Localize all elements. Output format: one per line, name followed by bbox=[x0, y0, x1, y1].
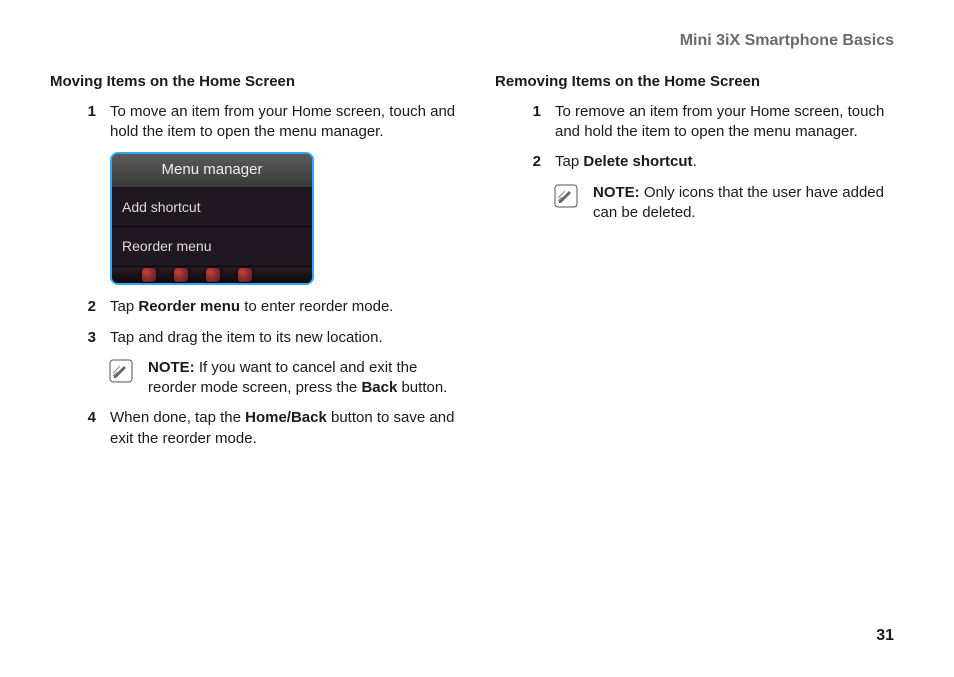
screenshot-app-icon bbox=[238, 268, 252, 282]
pencil-note-icon bbox=[553, 183, 579, 209]
right-title: Removing Items on the Home Screen bbox=[495, 72, 904, 92]
bold-text: Home/Back bbox=[245, 409, 327, 426]
screenshot-menu-item: Add shortcut bbox=[112, 188, 312, 228]
screenshot-app-icon bbox=[142, 268, 156, 282]
step-body: To remove an item from your Home screen,… bbox=[555, 102, 904, 143]
note-label: NOTE: bbox=[148, 359, 195, 376]
text: to enter reorder mode. bbox=[240, 298, 393, 315]
bold-text: Reorder menu bbox=[138, 298, 240, 315]
note-text: NOTE: Only icons that the user have adde… bbox=[593, 183, 904, 224]
screenshot-menu-item: Reorder menu bbox=[112, 227, 312, 267]
text: . bbox=[693, 153, 697, 170]
step-body: Tap Reorder menu to enter reorder mode. bbox=[110, 297, 459, 317]
note-label: NOTE: bbox=[593, 184, 640, 201]
note-block: NOTE: If you want to cancel and exit the… bbox=[108, 358, 459, 399]
screenshot-icons bbox=[112, 267, 312, 283]
step-body: When done, tap the Home/Back button to s… bbox=[110, 408, 459, 449]
right-column: Removing Items on the Home Screen 1 To r… bbox=[495, 72, 904, 459]
step: 3 Tap and drag the item to its new locat… bbox=[70, 328, 459, 348]
note-text: NOTE: If you want to cancel and exit the… bbox=[148, 358, 459, 399]
text: button. bbox=[397, 379, 447, 396]
section-header: Mini 3iX Smartphone Basics bbox=[50, 30, 894, 52]
step-number: 1 bbox=[70, 102, 110, 143]
step-body: To move an item from your Home screen, t… bbox=[110, 102, 459, 143]
screenshot-title: Menu manager bbox=[112, 154, 312, 187]
step: 4 When done, tap the Home/Back button to… bbox=[70, 408, 459, 449]
pencil-note-icon bbox=[108, 358, 134, 384]
left-title: Moving Items on the Home Screen bbox=[50, 72, 459, 92]
right-steps: 1 To remove an item from your Home scree… bbox=[515, 102, 904, 173]
screenshot-app-icon bbox=[206, 268, 220, 282]
left-steps: 1 To move an item from your Home screen,… bbox=[70, 102, 459, 143]
step-number: 4 bbox=[70, 408, 110, 449]
two-column-layout: Moving Items on the Home Screen 1 To mov… bbox=[50, 72, 904, 459]
menu-manager-screenshot: Menu manager Add shortcut Reorder menu bbox=[110, 152, 314, 285]
manual-page: Mini 3iX Smartphone Basics Moving Items … bbox=[0, 0, 954, 677]
screenshot-app-icon bbox=[174, 268, 188, 282]
bold-text: Delete shortcut bbox=[583, 153, 692, 170]
step-number: 1 bbox=[515, 102, 555, 143]
step-number: 2 bbox=[515, 152, 555, 172]
step: 1 To move an item from your Home screen,… bbox=[70, 102, 459, 143]
text: When done, tap the bbox=[110, 409, 245, 426]
left-steps-cont: 2 Tap Reorder menu to enter reorder mode… bbox=[70, 297, 459, 348]
step-body: Tap Delete shortcut. bbox=[555, 152, 904, 172]
step: 2 Tap Reorder menu to enter reorder mode… bbox=[70, 297, 459, 317]
step: 1 To remove an item from your Home scree… bbox=[515, 102, 904, 143]
note-block: NOTE: Only icons that the user have adde… bbox=[553, 183, 904, 224]
step-number: 2 bbox=[70, 297, 110, 317]
step: 2 Tap Delete shortcut. bbox=[515, 152, 904, 172]
page-number: 31 bbox=[876, 625, 894, 647]
text: Tap bbox=[555, 153, 583, 170]
bold-text: Back bbox=[361, 379, 397, 396]
left-steps-cont2: 4 When done, tap the Home/Back button to… bbox=[70, 408, 459, 449]
step-body: Tap and drag the item to its new locatio… bbox=[110, 328, 459, 348]
left-column: Moving Items on the Home Screen 1 To mov… bbox=[50, 72, 459, 459]
step-number: 3 bbox=[70, 328, 110, 348]
text: Tap bbox=[110, 298, 138, 315]
